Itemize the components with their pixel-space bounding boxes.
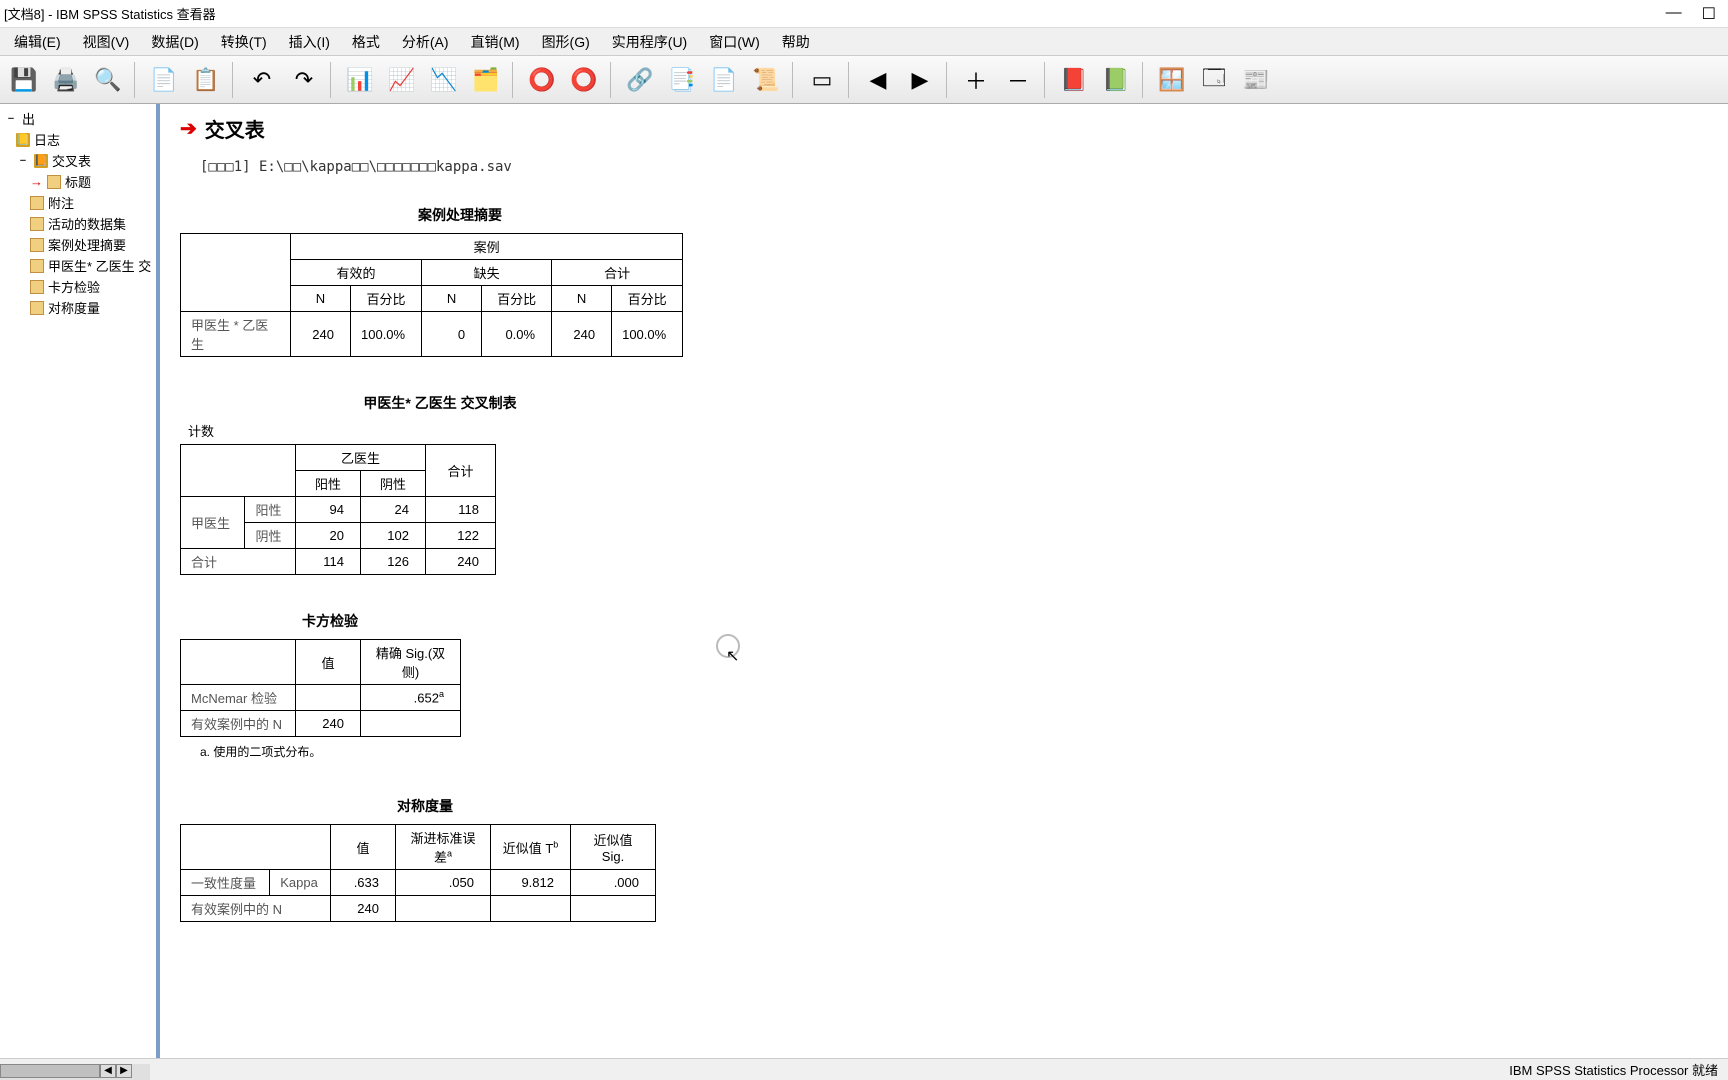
table-row: 有效案例中的 N 240 <box>181 896 656 922</box>
table-row: 一致性度量 Kappa .633 .050 9.812 .000 <box>181 870 656 896</box>
window1-icon[interactable]: 🪟 <box>1152 60 1192 100</box>
menu-view[interactable]: 视图(V) <box>73 28 140 56</box>
preview-icon[interactable]: 🔍 <box>88 60 128 100</box>
nav-notes[interactable]: 附注 <box>2 192 154 213</box>
titlebar: [文档8] - IBM SPSS Statistics 查看器 — ☐ <box>0 0 1728 28</box>
menu-data[interactable]: 数据(D) <box>141 28 208 56</box>
save-icon[interactable]: 💾 <box>4 60 44 100</box>
window2-icon[interactable]: 🗔 <box>1194 60 1234 100</box>
select-icon[interactable]: 🗂️ <box>466 60 506 100</box>
circle1-icon[interactable]: ⭕ <box>522 60 562 100</box>
menu-utilities[interactable]: 实用程序(U) <box>602 28 697 56</box>
nav-title[interactable]: →标题 <box>2 171 154 192</box>
outline-panel[interactable]: −出 📒日志 −📙交叉表 →标题 附注 活动的数据集 案例处理摘要 甲医生* 乙… <box>0 104 160 1058</box>
menu-help[interactable]: 帮助 <box>772 28 820 56</box>
table-row: McNemar 检验 .652a <box>181 685 461 711</box>
chisq-block[interactable]: 卡方检验 值 精确 Sig.(双侧) McNemar 检验 .652a 有效案例… <box>180 611 1708 760</box>
forward-icon[interactable]: ▶ <box>900 60 940 100</box>
box-icon[interactable]: ▭ <box>802 60 842 100</box>
table-row: 甲医生 阳性 94 24 118 <box>181 497 496 523</box>
minus-icon[interactable]: － <box>998 60 1038 100</box>
menubar: 编辑(E) 视图(V) 数据(D) 转换(T) 插入(I) 格式 分析(A) 直… <box>0 28 1728 56</box>
undo-icon[interactable]: ↶ <box>242 60 282 100</box>
nav-crosstab[interactable]: −📙交叉表 <box>2 150 154 171</box>
menu-transform[interactable]: 转换(T) <box>211 28 277 56</box>
doc2-icon[interactable]: 📄 <box>704 60 744 100</box>
case-summary-block[interactable]: 案例处理摘要 案例 有效的 缺失 合计 N 百分比 N <box>180 205 1708 357</box>
window3-icon[interactable]: 📰 <box>1236 60 1276 100</box>
tree-icon[interactable]: 🔗 <box>620 60 660 100</box>
doc1-icon[interactable]: 📑 <box>662 60 702 100</box>
menu-graphs[interactable]: 图形(G) <box>532 28 600 56</box>
chisq-footnote: a. 使用的二项式分布。 <box>180 743 1708 760</box>
nav-case-summary[interactable]: 案例处理摘要 <box>2 234 154 255</box>
goto-data-icon[interactable]: 📊 <box>340 60 380 100</box>
menu-analyze[interactable]: 分析(A) <box>392 28 459 56</box>
table-row: 合计 114 126 240 <box>181 549 496 575</box>
menu-window[interactable]: 窗口(W) <box>699 28 770 56</box>
crosstab-title: 甲医生* 乙医生 交叉制表 <box>270 393 610 413</box>
book1-icon[interactable]: 📕 <box>1054 60 1094 100</box>
window-title: [文档8] - IBM SPSS Statistics 查看器 <box>4 4 1666 23</box>
circle2-icon[interactable]: ⭕ <box>564 60 604 100</box>
nav-root[interactable]: −出 <box>2 108 154 129</box>
crosstab-table[interactable]: 乙医生 合计 阳性 阴性 甲医生 阳性 94 24 118 <box>180 444 496 575</box>
script-icon[interactable]: 📜 <box>746 60 786 100</box>
statusbar: IBM SPSS Statistics Processor 就绪 <box>0 1058 1728 1080</box>
toolbar: 💾 🖨️ 🔍 📄 📋 ↶ ↷ 📊 📈 📉 🗂️ ⭕ ⭕ 🔗 📑 📄 📜 ▭ ◀ … <box>0 56 1728 104</box>
table-row: 甲医生 * 乙医生 240 100.0% 0 0.0% 240 100.0% <box>181 312 683 357</box>
symm-table[interactable]: 值 渐进标准误差a 近似值 Tb 近似值 Sig. 一致性度量 Kappa .6… <box>180 824 656 922</box>
goto-case-icon[interactable]: 📈 <box>382 60 422 100</box>
menu-insert[interactable]: 插入(I) <box>279 28 340 56</box>
book2-icon[interactable]: 📗 <box>1096 60 1136 100</box>
symm-title: 对称度量 <box>180 796 670 816</box>
status-text: IBM SPSS Statistics Processor 就绪 <box>1509 1060 1718 1079</box>
menu-direct[interactable]: 直销(M) <box>461 28 530 56</box>
nav-symmetric[interactable]: 对称度量 <box>2 297 154 318</box>
chisq-table[interactable]: 值 精确 Sig.(双侧) McNemar 检验 .652a 有效案例中的 N … <box>180 639 461 737</box>
nav-active-dataset[interactable]: 活动的数据集 <box>2 213 154 234</box>
output-viewer[interactable]: ➔ 交叉表 [□□□1] E:\□□\kappa□□\□□□□□□□kappa.… <box>160 104 1728 1058</box>
export-icon[interactable]: 📄 <box>144 60 184 100</box>
nav-crosstab-table[interactable]: 甲医生* 乙医生 交 <box>2 255 154 276</box>
symm-block[interactable]: 对称度量 值 渐进标准误差a 近似值 Tb 近似值 Sig. 一致性度量 Kap… <box>180 796 1708 922</box>
dialog-recall-icon[interactable]: 📋 <box>186 60 226 100</box>
crosstab-sub: 计数 <box>188 421 1708 440</box>
print-icon[interactable]: 🖨️ <box>46 60 86 100</box>
output-title: 交叉表 <box>205 114 265 143</box>
syntax-path: [□□□1] E:\□□\kappa□□\□□□□□□□kappa.sav <box>200 159 1708 175</box>
chisq-title: 卡方检验 <box>180 611 480 631</box>
plus-icon[interactable]: ＋ <box>956 60 996 100</box>
back-icon[interactable]: ◀ <box>858 60 898 100</box>
case-summary-table[interactable]: 案例 有效的 缺失 合计 N 百分比 N 百分比 N 百分比 <box>180 233 683 357</box>
arrow-icon: ➔ <box>180 116 197 141</box>
minimize-button[interactable]: — <box>1666 4 1682 24</box>
maximize-button[interactable]: ☐ <box>1702 4 1716 24</box>
redo-icon[interactable]: ↷ <box>284 60 324 100</box>
menu-edit[interactable]: 编辑(E) <box>4 28 71 56</box>
nav-chisq[interactable]: 卡方检验 <box>2 276 154 297</box>
crosstab-block[interactable]: 甲医生* 乙医生 交叉制表 计数 乙医生 合计 阳性 阴性 甲医生 阳性 <box>180 393 1708 575</box>
case-summary-title: 案例处理摘要 <box>180 205 740 225</box>
variables-icon[interactable]: 📉 <box>424 60 464 100</box>
menu-format[interactable]: 格式 <box>342 28 390 56</box>
nav-log[interactable]: 📒日志 <box>2 129 154 150</box>
table-row: 有效案例中的 N 240 <box>181 711 461 737</box>
